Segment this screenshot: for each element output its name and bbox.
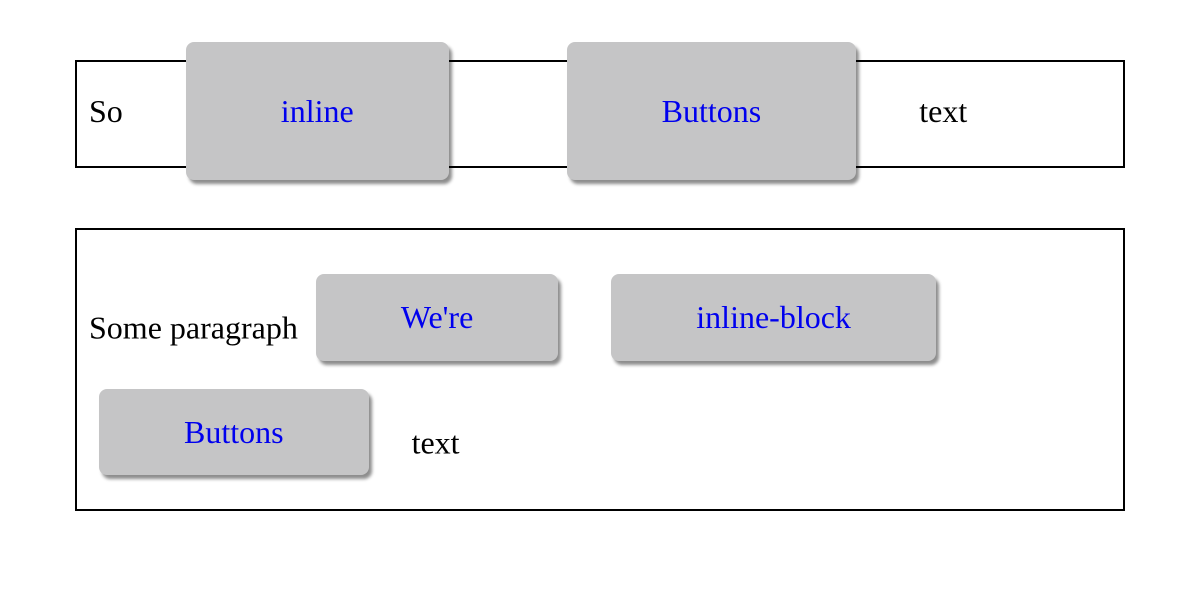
inline-block-button-3[interactable]: Buttons	[99, 389, 369, 475]
inline-block-demo-paragraph: Some paragraph We're inline-block Button…	[75, 228, 1125, 511]
paragraph-text: So	[89, 93, 123, 129]
inline-demo-paragraph: So inline Buttons text	[75, 60, 1125, 168]
inline-button-1[interactable]: inline	[186, 42, 449, 180]
paragraph-text: text	[919, 93, 967, 129]
inline-button-2[interactable]: Buttons	[567, 42, 857, 180]
paragraph-text: text	[412, 424, 460, 460]
paragraph-text: Some paragraph	[89, 310, 298, 346]
inline-block-button-1[interactable]: We're	[316, 274, 558, 360]
inline-block-button-2[interactable]: inline-block	[611, 274, 936, 360]
